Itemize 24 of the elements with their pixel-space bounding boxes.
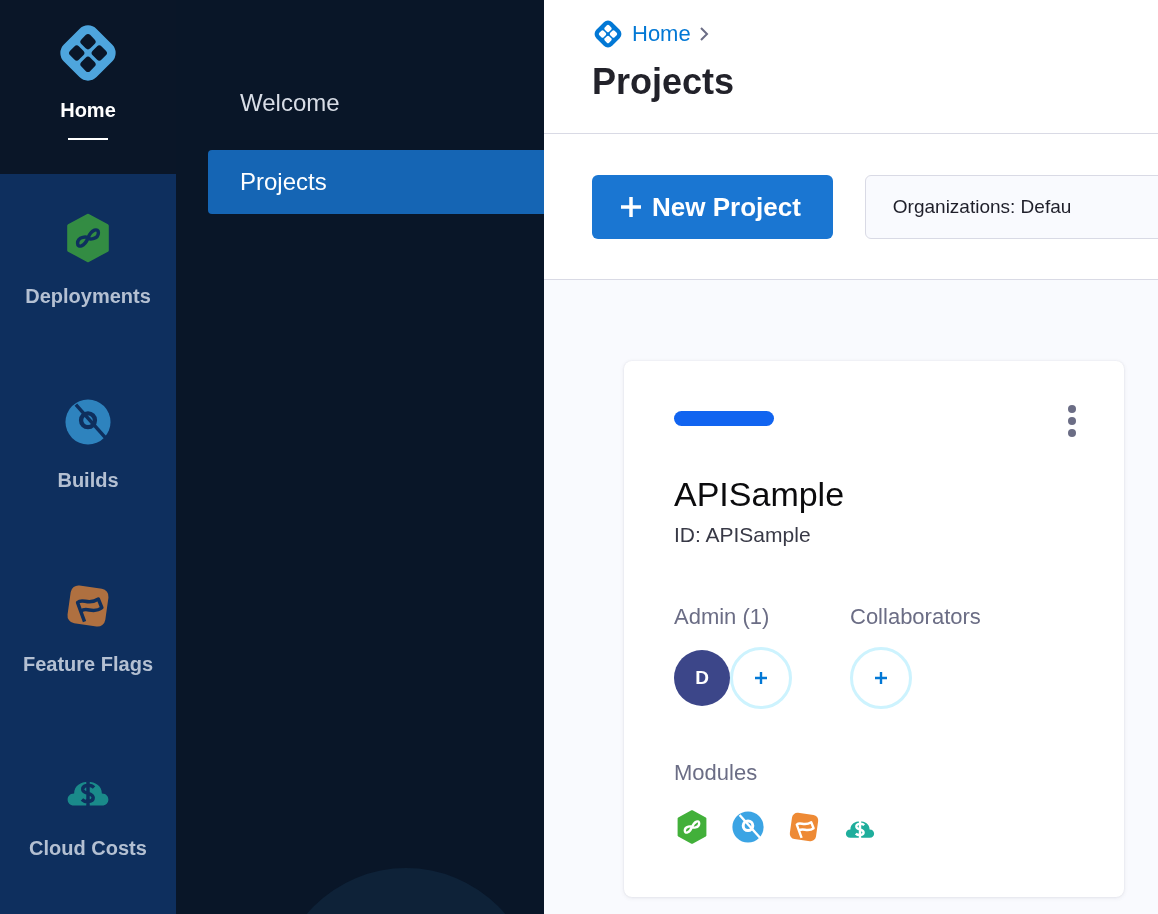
rail-item[interactable]: Home: [0, 0, 176, 174]
menu-item[interactable]: Projects: [208, 150, 544, 214]
rail-item-label: Home: [60, 98, 116, 122]
rail-item-label: Deployments: [25, 284, 151, 308]
plus-icon: [875, 672, 887, 684]
plus-icon: [620, 196, 642, 218]
chevron-right-icon: [698, 26, 709, 42]
plus-icon: [755, 672, 767, 684]
user-avatar: D: [674, 650, 730, 706]
menu-item[interactable]: Welcome: [208, 71, 544, 135]
rail-item-label: Builds: [57, 468, 119, 492]
selection-underline: [68, 138, 108, 140]
project-name: APISample: [674, 474, 846, 515]
organization-dropdown[interactable]: Organizations: Defau: [864, 175, 1158, 239]
rail-item-label: Cloud Costs: [29, 836, 147, 860]
modules-label: Modules: [674, 759, 759, 787]
new-project-button[interactable]: New Project: [592, 175, 833, 239]
project-id: ID: APISample: [674, 522, 812, 548]
page-title: Projects: [592, 60, 736, 104]
breadcrumb-link[interactable]: Home: [632, 21, 691, 47]
admin-label: Admin (1): [674, 603, 771, 631]
magnifier-circle-icon: [730, 809, 766, 845]
collaborators-label: Collaborators: [850, 603, 981, 631]
rail-item-label: Feature Flags: [22, 652, 153, 676]
